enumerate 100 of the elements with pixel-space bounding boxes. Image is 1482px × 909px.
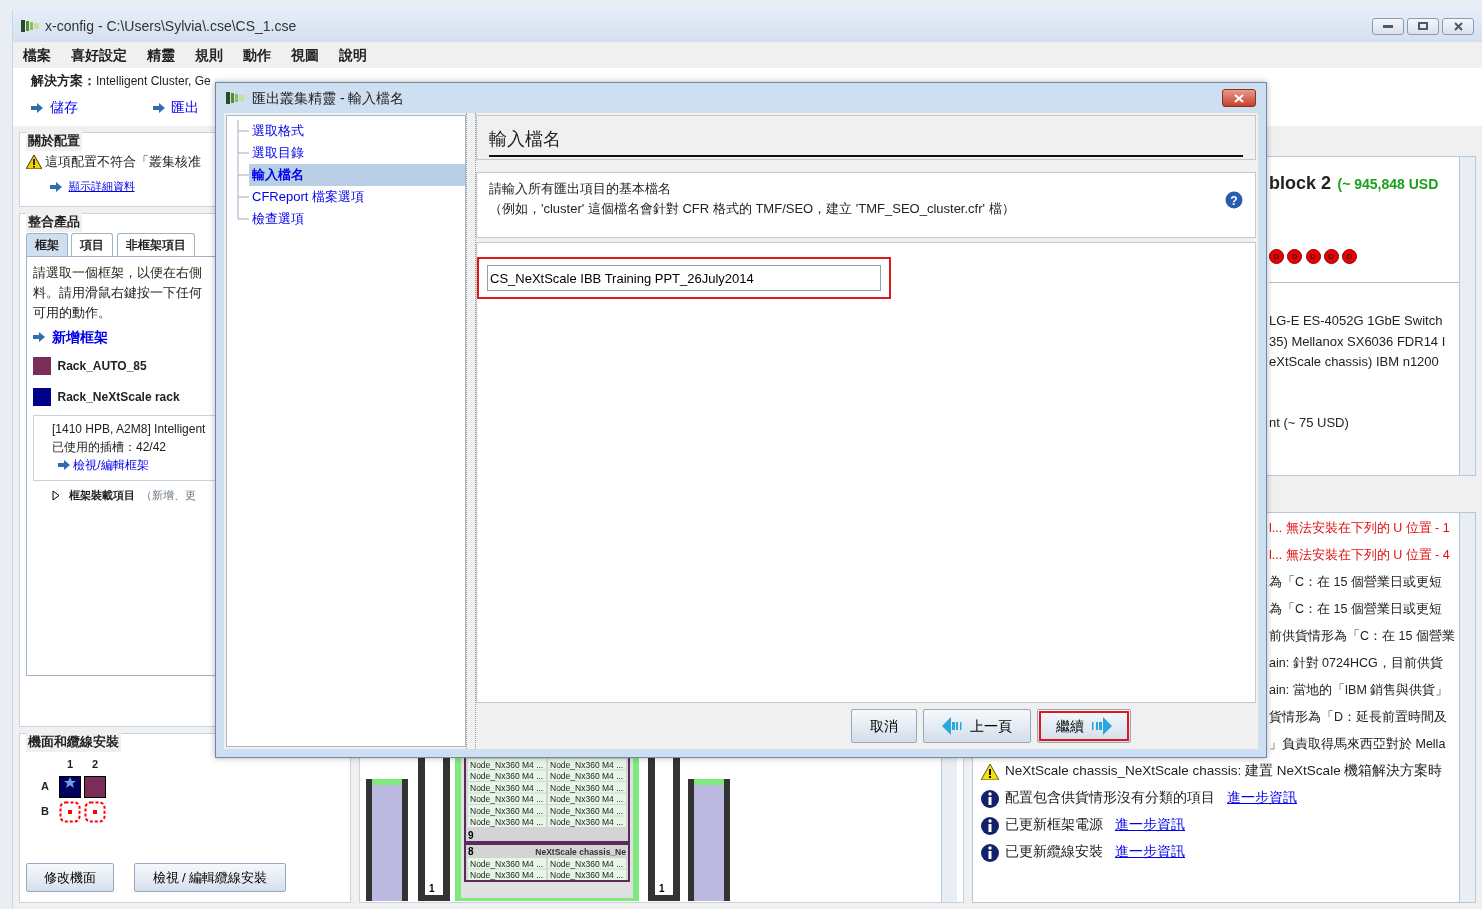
arrow-icon (58, 459, 70, 470)
section-title: 關於配置 (26, 131, 82, 151)
section-title: 整合產品 (26, 212, 82, 232)
rack-unit-number: 1 (429, 883, 435, 894)
floor-rack-tile[interactable] (84, 775, 106, 798)
rack-name[interactable]: Rack_NeXtScale rack (57, 387, 180, 406)
close-button[interactable] (1442, 17, 1474, 35)
rack-model-text: [1410 HPB, A2M8] Intelligent (52, 420, 207, 438)
tab[interactable]: 項目 (71, 233, 114, 257)
tab[interactable]: 框架 (26, 233, 68, 257)
help-icon[interactable]: ? (1225, 191, 1243, 209)
node-label[interactable]: Node_Nx360 M4 ... (468, 770, 546, 781)
add-rack-link[interactable]: 新增框架 (51, 326, 108, 348)
floor-button[interactable]: 檢視 / 編輯纜線安裝 (133, 862, 287, 892)
message-text: 為「C：在 15 個營業日或更短 (1269, 601, 1443, 619)
node-label[interactable]: Node_Nx360 M4 ... (468, 858, 546, 869)
menu-item[interactable]: 動作 (243, 44, 271, 66)
node-label[interactable]: Node_Nx360 M4 ... (548, 770, 626, 781)
menu-item[interactable]: 精靈 (147, 44, 175, 66)
node-label[interactable]: Node_Nx360 M4 ... (468, 816, 546, 827)
more-info-link[interactable]: 進一步資訊 (1115, 842, 1185, 863)
minimize-button[interactable] (1371, 17, 1404, 35)
toolbar-link[interactable]: 匯出 (171, 97, 199, 119)
node-label[interactable]: Node_Nx360 M4 ... (468, 782, 546, 793)
wizard-step[interactable]: CFReport 檔案選項 (249, 186, 465, 208)
arrow-icon (152, 102, 165, 113)
floor-button[interactable]: 修改機面 (26, 862, 114, 892)
warning-icon (981, 763, 999, 780)
message-text: 已更新纜線安裝 (1005, 843, 1103, 862)
maximize-button[interactable] (1406, 17, 1439, 35)
menu-item[interactable]: 規則 (195, 44, 223, 66)
wizard-step[interactable]: 選取格式 (249, 120, 465, 142)
scrollbar[interactable] (1459, 513, 1475, 902)
wizard-step[interactable]: 選取目錄 (249, 142, 465, 164)
message-text: NeXtScale chassis_NeXtScale chassis: 建置 NeXtScale 機箱解決方案時 (1005, 762, 1443, 781)
message-text: 配置包含供貨情形沒有分類的項目 (1005, 789, 1215, 808)
menu-item[interactable]: 說明 (339, 44, 367, 66)
node-label[interactable]: Node_Nx360 M4 ... (548, 816, 626, 827)
menu-item[interactable]: 視圖 (291, 44, 319, 66)
close-icon (1234, 93, 1244, 103)
message-text: 貨情形為「D：延長前置時間及 (1269, 709, 1449, 727)
wizard-step[interactable]: 輸入檔名 (249, 164, 465, 186)
empty-rack-drawing[interactable] (688, 779, 730, 901)
floor-rack-tile[interactable] (59, 775, 81, 798)
node-label[interactable]: Node_Nx360 M4 ... (548, 793, 626, 804)
marker-badge: D (1287, 249, 1303, 264)
wizard-step[interactable]: 檢查選項 (249, 208, 465, 230)
more-info-link[interactable]: 進一步資訊 (1115, 815, 1185, 836)
node-label[interactable]: Node_Nx360 M4 ... (548, 759, 626, 770)
rack-drawing[interactable] (418, 755, 450, 901)
node-label[interactable]: Node_Nx360 M4 ... (468, 869, 546, 880)
star-icon (64, 776, 76, 789)
instruction-text: 可用的動作。 (33, 304, 112, 323)
wizard-button[interactable]: 上一頁 (923, 709, 1031, 743)
node-label[interactable]: Node_Nx360 M4 ... (468, 759, 546, 770)
arrow-icon (50, 181, 62, 192)
rack-name[interactable]: Rack_AUTO_85 (57, 357, 147, 375)
node-label[interactable]: Node_Nx360 M4 ... (548, 805, 626, 816)
empty-tile-icon[interactable] (84, 800, 106, 823)
menu-item[interactable]: 喜好設定 (71, 44, 127, 66)
solution-label: 解決方案： (31, 72, 96, 90)
more-info-link[interactable]: 進一步資訊 (1227, 788, 1297, 809)
info-icon (981, 789, 999, 808)
node-label[interactable]: Node_Nx360 M4 ... (468, 805, 546, 816)
message-text: ain: 針對 0724HCG，目前供貨 (1269, 655, 1444, 673)
wizard-button[interactable]: 繼續 (1037, 709, 1131, 743)
dialog-title: 匯出叢集精靈 - 輸入檔名 (252, 88, 405, 108)
summary-line: eXtScale chassis) IBM n1200 (1269, 353, 1440, 371)
details-link[interactable]: 顯示詳細資料 (68, 178, 135, 195)
block-title: block 2 (1269, 172, 1332, 195)
close-icon (1453, 21, 1463, 31)
close-button[interactable] (1222, 89, 1256, 107)
node-label[interactable]: Node_Nx360 M4 ... (548, 869, 626, 880)
empty-rack-drawing[interactable] (366, 779, 408, 901)
instruction-text: 請選取一個框架，以便在右側 (33, 264, 203, 283)
marker-badge: D (1305, 249, 1321, 264)
toolbar-link[interactable]: 儲存 (49, 97, 78, 119)
chassis-title: NeXtScale chassis_Ne (535, 847, 626, 857)
edit-rack-link[interactable]: 檢視/編輯框架 (73, 455, 149, 474)
scrollbar[interactable] (1459, 157, 1475, 475)
wizard-button[interactable]: 取消 (851, 709, 917, 743)
section-title: 機面和纜線安裝 (26, 732, 121, 752)
instruction-text: 料。請用滑鼠右鍵按一下任何 (33, 284, 203, 303)
node-label[interactable]: Node_Nx360 M4 ... (548, 782, 626, 793)
filename-field[interactable]: CS_NeXtScale IBB Training PPT_26July2014 (487, 265, 881, 291)
chassis-number: 9 (468, 830, 474, 841)
tree-connector-icon (237, 120, 249, 142)
rack-drawing[interactable] (648, 755, 680, 901)
message-text: 」負責取得馬來西亞對於 Mella (1269, 736, 1447, 754)
menu-item[interactable]: 檔案 (23, 44, 51, 66)
window-title: x-config - C:\Users\Sylvia\.cse\CS_1.cse (45, 16, 297, 36)
message-text: 為「C：在 15 個營業日或更短 (1269, 574, 1443, 592)
column-label: 2 (91, 757, 99, 772)
loaded-items-label[interactable]: 框架裝載項目 (68, 487, 135, 504)
expand-triangle-icon[interactable] (51, 489, 62, 501)
node-label[interactable]: Node_Nx360 M4 ... (548, 858, 626, 869)
node-label[interactable]: Node_Nx360 M4 ... (468, 793, 546, 804)
scrollbar[interactable] (941, 755, 957, 902)
tab[interactable]: 非框架項目 (116, 233, 195, 257)
empty-tile-icon[interactable] (59, 800, 81, 823)
